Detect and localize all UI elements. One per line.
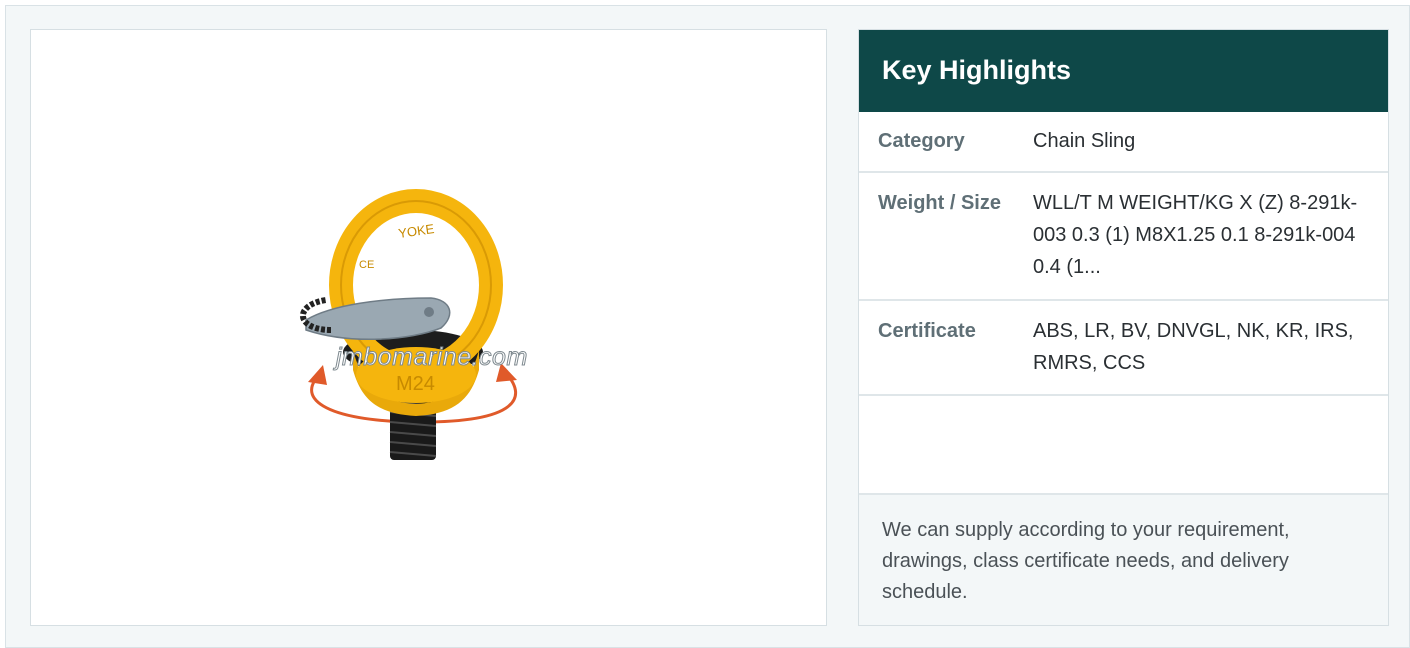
highlight-row-certificate: Certificate ABS, LR, BV, DNVGL, NK, KR, … (859, 301, 1388, 396)
highlight-value: WLL/T M WEIGHT/KG X (Z) 8-291k-003 0.3 (… (1033, 192, 1358, 278)
highlight-label: Certificate (878, 320, 976, 342)
key-highlights-title: Key Highlights (859, 30, 1388, 112)
highlight-value: Chain Sling (1033, 130, 1136, 152)
highlight-row-empty (859, 396, 1388, 495)
ce-mark: CE (359, 259, 374, 271)
product-image-panel: M24 YOKE CE jmbomarine.com (30, 29, 827, 626)
brand-mark: YOKE (397, 221, 435, 241)
highlight-label: Weight / Size (878, 192, 1001, 214)
plate-hole (424, 307, 434, 317)
highlight-row-category: Category Chain Sling (859, 112, 1388, 173)
highlight-row-weight-size: Weight / Size WLL/T M WEIGHT/KG X (Z) 8-… (859, 173, 1388, 301)
size-mark: M24 (396, 373, 435, 395)
arrow-head-left (308, 365, 327, 385)
product-image[interactable]: M24 YOKE CE (31, 30, 828, 627)
key-highlights-card: Key Highlights Category Chain Sling Weig… (858, 29, 1389, 626)
watermark-text: jmbomarine.com (336, 343, 528, 372)
highlight-label: Category (878, 130, 965, 152)
highlight-value: ABS, LR, BV, DNVGL, NK, KR, IRS, RMRS, C… (1033, 320, 1354, 374)
supply-note: We can supply according to your requirem… (859, 495, 1388, 625)
